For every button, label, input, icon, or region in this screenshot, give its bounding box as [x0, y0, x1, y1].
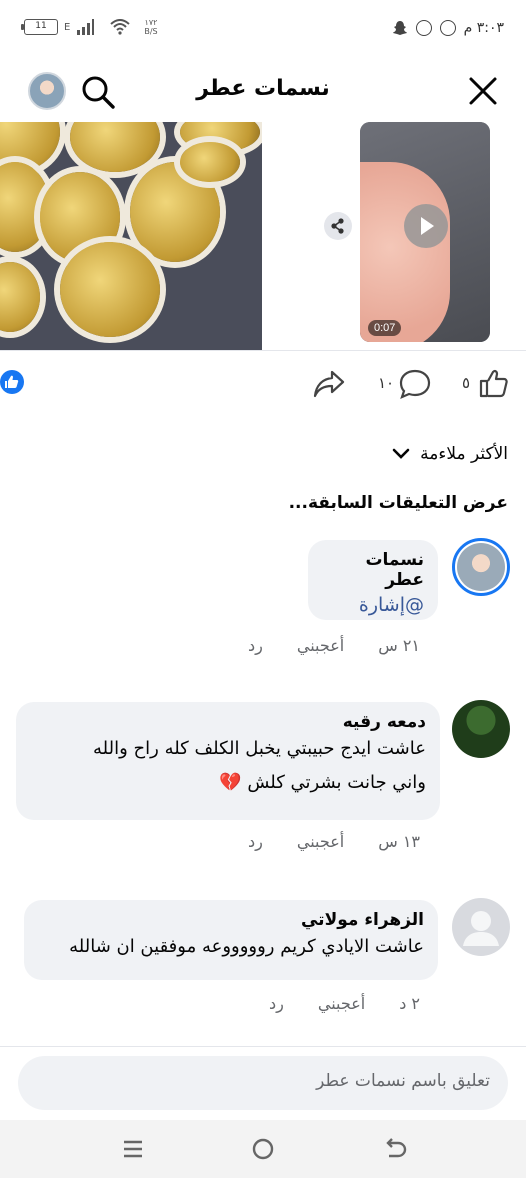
facebook-icon — [415, 20, 432, 36]
snapchat-icon — [392, 21, 407, 35]
face-shape — [360, 162, 450, 342]
divider — [0, 1046, 526, 1047]
comment-author[interactable]: دمعه رقيه — [30, 712, 426, 732]
speed-value: ١٧٢ — [144, 18, 158, 27]
comment-time: ١٣ س — [378, 832, 420, 851]
comment-input[interactable]: تعليق باسم نسمات عطر — [18, 1056, 508, 1110]
comment-text-line: عاشت الايادي كريم روووووعه موفقين ان شال… — [69, 936, 424, 957]
video-thumbnail[interactable]: 0:07 — [360, 122, 490, 342]
menu-icon[interactable] — [118, 1134, 148, 1164]
comment-actions: ٢١ س أعجبني رد — [248, 636, 420, 655]
like-reaction-icon[interactable] — [0, 370, 24, 394]
product-image[interactable] — [0, 122, 262, 350]
battery-icon: 11 — [21, 19, 58, 35]
comment-bubble[interactable]: نسمات عطر @إشارة — [308, 540, 438, 620]
action-bar: ١٠ ٥ — [0, 360, 526, 408]
comment-mention[interactable]: @إشارة — [322, 594, 424, 616]
back-icon[interactable] — [380, 1134, 410, 1164]
comment-actions: ٢ د أعجبني رد — [269, 994, 420, 1013]
avatar-image — [457, 543, 505, 591]
sort-label: الأكثر ملاءمة — [420, 444, 508, 464]
like-count: ٥ — [462, 374, 471, 392]
comment-count: ١٠ — [378, 374, 395, 392]
whatsapp-icon — [439, 20, 456, 36]
reply-button[interactable]: رد — [248, 636, 263, 655]
jar-shape — [70, 122, 160, 172]
like-comment-button[interactable]: أعجبني — [318, 994, 365, 1013]
avatar[interactable] — [452, 538, 510, 596]
post-media: 0:07 — [0, 122, 526, 350]
share-arrow-icon[interactable] — [312, 369, 346, 399]
page-title: نسمات عطر — [196, 76, 330, 101]
jar-shape — [0, 262, 40, 332]
close-icon[interactable] — [466, 74, 500, 108]
reply-button[interactable]: رد — [269, 994, 284, 1013]
comment-icon[interactable] — [398, 368, 432, 400]
like-icon[interactable] — [478, 368, 510, 400]
sort-dropdown[interactable]: الأكثر ملاءمة — [392, 444, 508, 464]
like-comment-button[interactable]: أعجبني — [297, 832, 344, 851]
network-speed: ١٧٢ B/S — [144, 18, 157, 36]
comment-author[interactable]: نسمات عطر — [322, 550, 424, 590]
battery-level: 11 — [35, 21, 47, 31]
reply-button[interactable]: رد — [248, 832, 263, 851]
comment-item: الزهراء مولاتي عاشت الايادي كريم روووووع… — [24, 898, 510, 1028]
comment-author[interactable]: الزهراء مولاتي — [38, 910, 424, 930]
comment-actions: ١٣ س أعجبني رد — [248, 832, 420, 851]
comment-text-line: واني جانت بشرتي كلش 💔 — [219, 772, 426, 793]
header: نسمات عطر — [0, 60, 526, 122]
comment-item: نسمات عطر @إشارة ٢١ س أعجبني رد — [20, 538, 510, 668]
video-duration: 0:07 — [368, 320, 402, 336]
network-type: E — [64, 21, 71, 33]
avatar[interactable] — [452, 898, 510, 956]
system-nav-bar — [0, 1120, 526, 1178]
like-comment-button[interactable]: أعجبني — [297, 636, 344, 655]
comment-input-placeholder: تعليق باسم نسمات عطر — [316, 1071, 490, 1091]
clock: ٣:٠٣ م — [463, 20, 504, 36]
jar-shape — [180, 142, 240, 182]
jar-shape — [60, 242, 160, 337]
speed-unit: B/S — [144, 27, 158, 36]
comment-bubble[interactable]: دمعه رقيه عاشت ايدج حبيبتي يخبل الكلف كل… — [16, 702, 440, 820]
wifi-icon — [110, 19, 130, 35]
comment-text-line: عاشت ايدج حبيبتي يخبل الكلف كله راح والل… — [93, 738, 426, 759]
status-bar: 11 E ١٧٢ B/S ٣:٠٣ م — [0, 0, 526, 60]
chevron-down-icon — [392, 448, 410, 459]
comment-bubble[interactable]: الزهراء مولاتي عاشت الايادي كريم روووووع… — [24, 900, 438, 980]
default-user-icon — [463, 911, 499, 946]
status-right: ٣:٠٣ م — [392, 20, 504, 36]
status-left: 11 E ١٧٢ B/S — [21, 18, 158, 36]
avatar[interactable] — [452, 700, 510, 758]
home-icon[interactable] — [248, 1134, 278, 1164]
divider — [0, 350, 526, 351]
comment-item: دمعه رقيه عاشت ايدج حبيبتي يخبل الكلف كل… — [16, 700, 510, 860]
view-previous-comments[interactable]: عرض التعليقات السابقة... — [289, 493, 508, 513]
signal-icon — [77, 19, 95, 35]
share-icon[interactable] — [324, 212, 352, 240]
comment-time: ٢١ س — [378, 636, 420, 655]
comment-time: ٢ د — [399, 994, 420, 1013]
play-icon[interactable] — [404, 204, 448, 248]
